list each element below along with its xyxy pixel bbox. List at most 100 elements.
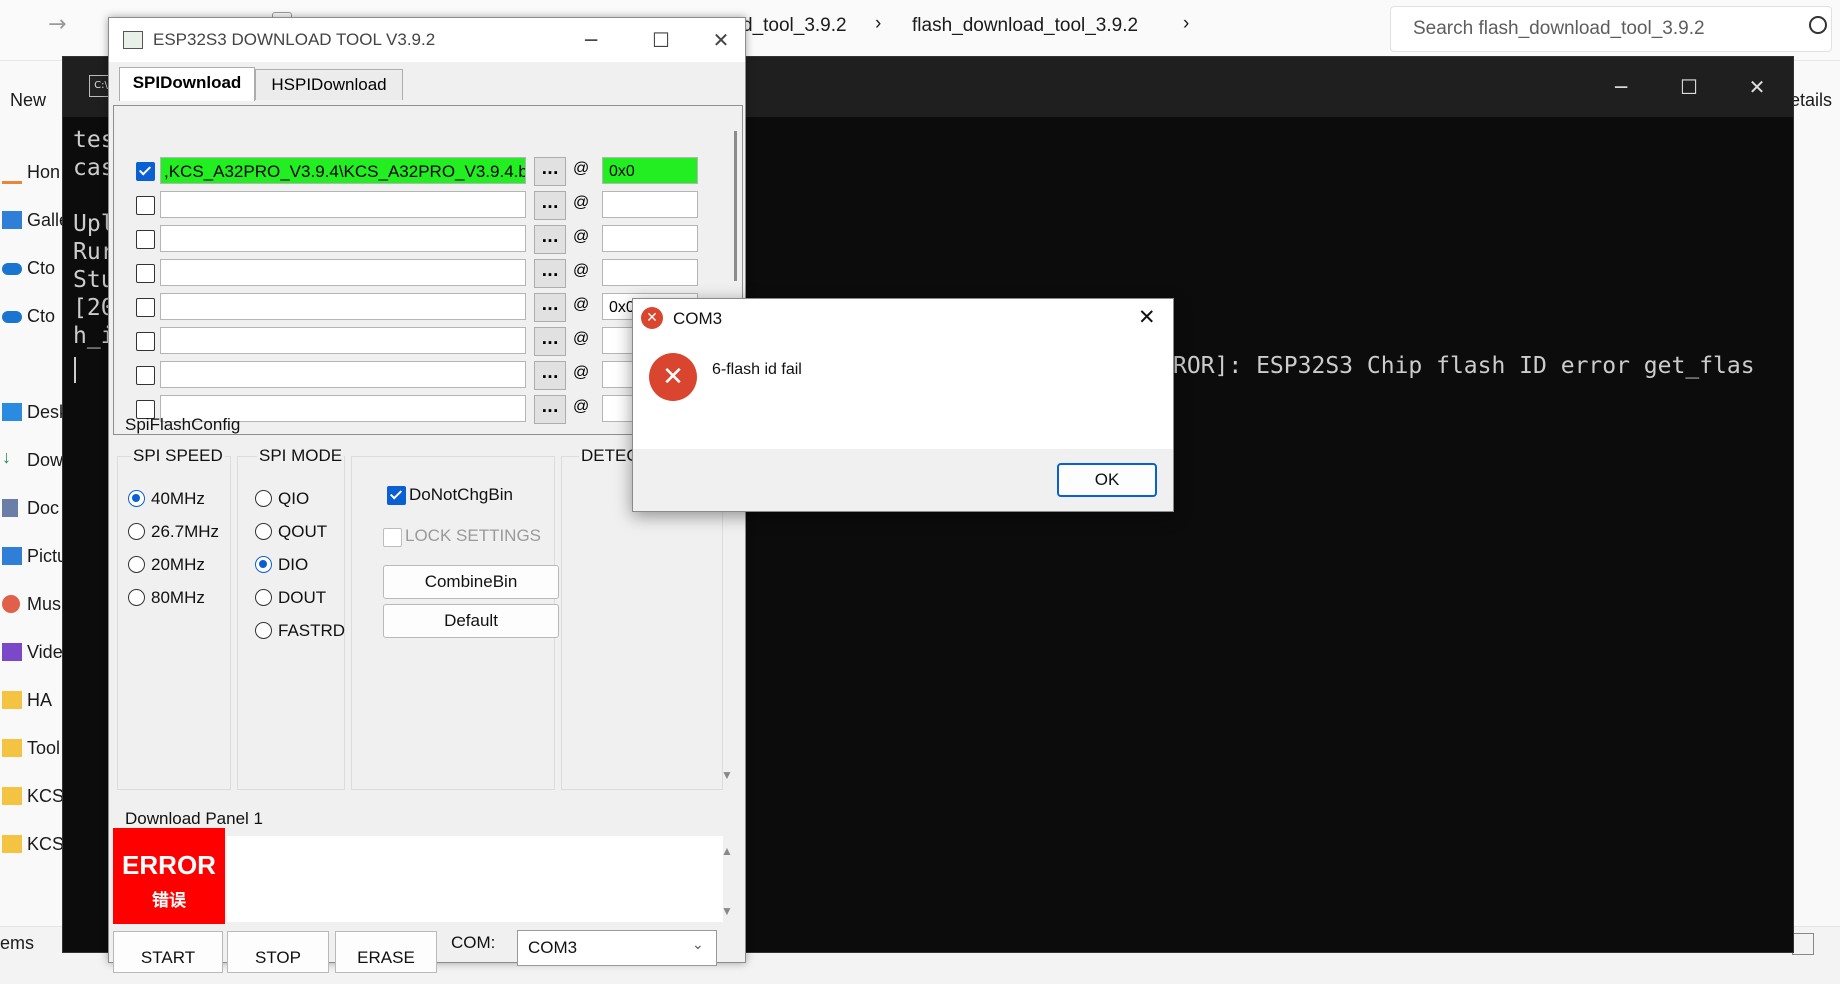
at-sign: @: [573, 296, 590, 313]
lock-settings-checkbox[interactable]: [383, 528, 402, 547]
address-input[interactable]: [602, 225, 698, 252]
radio-dout[interactable]: [255, 589, 272, 606]
radio-qout[interactable]: [255, 523, 272, 540]
spi-mode-label: SPI MODE: [257, 446, 345, 466]
scroll-down-icon[interactable]: ▼: [721, 904, 733, 918]
file-row: ... @: [114, 358, 714, 392]
lock-settings-label[interactable]: LOCK SETTINGS: [405, 526, 541, 546]
radio-qio[interactable]: [255, 490, 272, 507]
radio-dio[interactable]: [255, 556, 272, 573]
browse-button[interactable]: ...: [534, 259, 566, 288]
desktop-icon: [2, 403, 22, 421]
details-view-icon[interactable]: [1792, 933, 1814, 955]
file-row: ... @: [114, 188, 714, 222]
address-input[interactable]: [602, 191, 698, 218]
minimize-icon[interactable]: ─: [571, 26, 611, 54]
spi-mode-option[interactable]: QIO: [278, 489, 309, 509]
browse-button[interactable]: ...: [534, 157, 566, 186]
radio-20mhz[interactable]: [128, 556, 145, 573]
browse-button[interactable]: ...: [534, 293, 566, 322]
file-path-input[interactable]: [160, 327, 526, 354]
default-button[interactable]: Default: [383, 604, 559, 638]
browse-button[interactable]: ...: [534, 327, 566, 356]
search-input[interactable]: Search flash_download_tool_3.9.2: [1390, 6, 1832, 52]
close-icon[interactable]: ✕: [1739, 75, 1775, 99]
spi-speed-option[interactable]: 26.7MHz: [151, 522, 219, 542]
scroll-down-icon[interactable]: ▼: [721, 768, 733, 782]
breadcrumb-item[interactable]: flash_download_tool_3.9.2: [912, 15, 1138, 37]
spi-mode-option[interactable]: QOUT: [278, 522, 327, 542]
sidebar-item-pictures[interactable]: Pictu: [0, 539, 67, 579]
tab-spidownload[interactable]: SPIDownload: [119, 67, 255, 101]
breadcrumb-item[interactable]: d_tool_3.9.2: [742, 15, 847, 37]
forward-arrow-icon[interactable]: →: [48, 12, 66, 37]
file-path-input[interactable]: ,KCS_A32PRO_V3.9.4\KCS_A32PRO_V3.9.4.bin: [160, 157, 526, 184]
combine-bin-button[interactable]: CombineBin: [383, 565, 559, 599]
status-text-en: ERROR: [122, 850, 216, 880]
details-button[interactable]: etails: [1790, 90, 1832, 111]
address-input[interactable]: [602, 259, 698, 286]
file-path-input[interactable]: [160, 225, 526, 252]
sidebar-item-folder[interactable]: Tool: [0, 731, 65, 771]
sidebar-item-onedrive[interactable]: Cto: [0, 299, 65, 339]
spi-mode-option[interactable]: FASTRD: [278, 621, 345, 641]
stop-button[interactable]: STOP: [227, 931, 329, 973]
new-button[interactable]: New: [10, 90, 46, 111]
sidebar-item-folder[interactable]: KCS_: [0, 779, 74, 819]
scroll-up-icon[interactable]: ▲: [721, 844, 733, 858]
file-path-input[interactable]: [160, 361, 526, 388]
chevron-right-icon[interactable]: ›: [1183, 13, 1189, 35]
browse-button[interactable]: ...: [534, 191, 566, 220]
browse-button[interactable]: ...: [534, 395, 566, 424]
file-list-scrollbar[interactable]: [734, 131, 737, 281]
sidebar-item-onedrive[interactable]: Cto: [0, 251, 65, 291]
close-icon[interactable]: ✕: [1138, 305, 1156, 330]
spi-speed-option[interactable]: 40MHz: [151, 489, 205, 509]
sidebar-item-music[interactable]: Mus: [0, 587, 65, 627]
radio-26mhz[interactable]: [128, 523, 145, 540]
sidebar-item-home[interactable]: Hon: [0, 155, 65, 195]
spi-speed-option[interactable]: 20MHz: [151, 555, 205, 575]
radio-40mhz[interactable]: [128, 490, 145, 507]
maximize-icon[interactable]: ☐: [1671, 75, 1707, 99]
sidebar-item-videos[interactable]: Vide: [0, 635, 65, 675]
file-row-checkbox[interactable]: [136, 196, 155, 215]
spi-speed-option[interactable]: 80MHz: [151, 588, 205, 608]
file-path-input[interactable]: [160, 191, 526, 218]
file-row-checkbox[interactable]: [136, 332, 155, 351]
sidebar-item-downloads[interactable]: ↓ Dow: [0, 443, 65, 483]
file-path-input[interactable]: [160, 293, 526, 320]
do-not-chg-bin-label[interactable]: DoNotChgBin: [409, 485, 513, 505]
search-icon[interactable]: [1809, 16, 1827, 34]
radio-fastrd[interactable]: [255, 622, 272, 639]
sidebar-item-folder[interactable]: HA: [0, 683, 65, 723]
do-not-chg-bin-checkbox[interactable]: [387, 486, 406, 505]
file-row-checkbox[interactable]: [136, 298, 155, 317]
close-icon[interactable]: ✕: [701, 26, 741, 54]
spi-flash-config-label: SpiFlashConfig: [125, 415, 241, 434]
file-path-input[interactable]: [160, 259, 526, 286]
radio-80mhz[interactable]: [128, 589, 145, 606]
start-button[interactable]: START: [113, 931, 223, 973]
spi-mode-option[interactable]: DOUT: [278, 588, 326, 608]
file-row-checkbox[interactable]: [136, 264, 155, 283]
download-log-area[interactable]: [227, 836, 723, 922]
address-input[interactable]: 0x0: [602, 157, 698, 184]
minimize-icon[interactable]: ─: [1603, 75, 1639, 99]
spi-mode-option[interactable]: DIO: [278, 555, 308, 575]
browse-button[interactable]: ...: [534, 361, 566, 390]
browse-button[interactable]: ...: [534, 225, 566, 254]
sidebar-item-desktop[interactable]: Desk: [0, 395, 68, 435]
ok-button[interactable]: OK: [1057, 463, 1157, 497]
file-row-checkbox[interactable]: [136, 230, 155, 249]
erase-button[interactable]: ERASE: [335, 931, 437, 973]
sidebar-item-gallery[interactable]: Galle: [0, 203, 69, 243]
tab-hspidownload[interactable]: HSPIDownload: [255, 69, 403, 100]
sidebar-item-folder[interactable]: KCS_: [0, 827, 74, 867]
file-row-checkbox[interactable]: [136, 366, 155, 385]
maximize-icon[interactable]: ☐: [641, 26, 681, 54]
sidebar-item-documents[interactable]: Doc: [0, 491, 65, 531]
file-row-checkbox[interactable]: [136, 162, 155, 181]
chevron-down-icon: ⌄: [692, 936, 704, 952]
download-arrow-icon: ↓: [2, 447, 11, 467]
